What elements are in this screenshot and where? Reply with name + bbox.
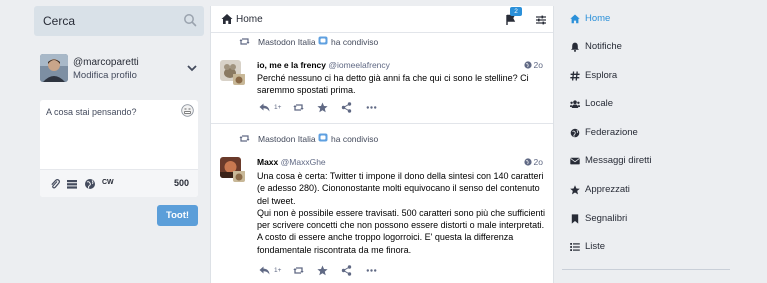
status-item[interactable]: Mastodon Italia ha condiviso Maxx @MaxxG… xyxy=(211,130,553,283)
star-icon[interactable] xyxy=(317,102,328,113)
status-timestamp[interactable]: 2o xyxy=(523,60,543,70)
nav-item-direct-messages[interactable]: Messaggi diretti xyxy=(570,153,730,169)
status-display-name: io, me e la frency xyxy=(257,60,326,70)
status-avatar-overlay xyxy=(233,73,245,85)
search-icon xyxy=(184,14,197,27)
nav-label: Messaggi diretti xyxy=(585,155,652,166)
status-content: Una cosa è certa: Twitter ti impone il d… xyxy=(257,171,545,255)
globe-icon xyxy=(523,61,532,69)
nav-label: Federazione xyxy=(585,127,638,138)
status-action-bar: 1+ xyxy=(257,265,417,277)
status-handle: @iomeelafrency xyxy=(328,60,390,70)
compose-form: A cosa stai pensando? CW 500 xyxy=(40,100,198,197)
nav-divider xyxy=(562,269,730,270)
nav-label: Esplora xyxy=(585,70,618,81)
reply-count: 1+ xyxy=(274,267,282,274)
booster-name[interactable]: Mastodon Italia xyxy=(258,134,316,144)
list-icon xyxy=(570,243,580,251)
sliders-icon[interactable] xyxy=(535,14,547,26)
status-avatar-overlay xyxy=(233,170,245,182)
emoji-icon[interactable] xyxy=(181,104,194,117)
compose-textarea[interactable]: A cosa stai pensando? xyxy=(46,107,137,117)
account-summary: @marcoparetti Modifica profilo xyxy=(40,54,200,84)
bell-icon xyxy=(571,42,579,52)
nav-item-local[interactable]: Locale xyxy=(570,96,730,112)
status-item[interactable]: Mastodon Italia ha condiviso io, me e la… xyxy=(211,33,553,124)
status-content: Perché nessuno ci ha detto già anni fa c… xyxy=(257,73,529,96)
search-input[interactable]: Cerca xyxy=(43,14,75,28)
star-icon xyxy=(570,185,580,195)
avatar[interactable] xyxy=(40,54,68,82)
notification-badge: 2 xyxy=(510,7,522,16)
nav-item-bookmarks[interactable]: Segnalibri xyxy=(570,211,730,227)
reply-icon[interactable] xyxy=(259,265,270,276)
status-display-name: Maxx xyxy=(257,157,279,167)
globe-icon xyxy=(570,128,580,138)
edit-profile-link[interactable]: Modifica profilo xyxy=(73,70,137,81)
nav-item-explore[interactable]: Esplora xyxy=(570,68,730,84)
bookmark-icon xyxy=(571,214,579,224)
toot-button[interactable]: Toot! xyxy=(157,205,198,226)
home-column: Home 2 Mastodon Italia ha condiviso io, … xyxy=(210,6,554,283)
hashtag-icon xyxy=(570,71,580,81)
status-author[interactable]: io, me e la frency @iomeelafrency xyxy=(257,60,390,70)
column-header: Home 2 xyxy=(211,6,553,33)
booster-name[interactable]: Mastodon Italia xyxy=(258,37,316,47)
nav-item-home[interactable]: Home xyxy=(570,11,730,27)
users-icon xyxy=(570,100,580,108)
star-icon[interactable] xyxy=(317,265,328,276)
nav-item-notifications[interactable]: Notifiche xyxy=(570,39,730,55)
compose-toolbar: CW 500 xyxy=(40,169,198,197)
mastodon-emoji-icon xyxy=(318,133,328,142)
status-time: 2o xyxy=(533,60,543,70)
nav-label: Apprezzati xyxy=(585,184,630,195)
status-author[interactable]: Maxx @MaxxGhe xyxy=(257,157,326,167)
boost-icon[interactable] xyxy=(293,265,304,276)
home-icon xyxy=(221,14,233,24)
nav-label: Liste xyxy=(585,241,606,252)
nav-item-favourites[interactable]: Apprezzati xyxy=(570,182,730,198)
chevron-down-icon[interactable] xyxy=(186,62,198,74)
status-action-bar: 1+ xyxy=(257,102,417,114)
home-icon xyxy=(570,14,580,24)
share-icon[interactable] xyxy=(341,102,352,113)
search-bar[interactable]: Cerca xyxy=(34,6,204,36)
retweet-icon xyxy=(239,135,250,142)
account-username: @marcoparetti xyxy=(73,57,139,68)
boost-icon[interactable] xyxy=(293,102,304,113)
reply-count: 1+ xyxy=(274,104,282,111)
globe-icon[interactable] xyxy=(84,178,96,190)
reply-icon[interactable] xyxy=(259,102,270,113)
column-title[interactable]: Home xyxy=(236,14,263,25)
paperclip-icon[interactable] xyxy=(49,178,61,190)
nav-label: Locale xyxy=(585,98,613,109)
status-timestamp[interactable]: 2o xyxy=(523,157,543,167)
share-icon[interactable] xyxy=(341,265,352,276)
globe-icon xyxy=(523,158,532,166)
more-options-icon[interactable] xyxy=(366,102,377,113)
nav-label: Segnalibri xyxy=(585,213,628,224)
more-options-icon[interactable] xyxy=(366,265,377,276)
nav-label: Notifiche xyxy=(585,41,622,52)
envelope-icon xyxy=(570,157,580,165)
content-warning-button[interactable]: CW xyxy=(102,179,114,186)
status-time: 2o xyxy=(533,157,543,167)
status-handle: @MaxxGhe xyxy=(280,157,326,167)
retweet-icon xyxy=(239,38,250,45)
nav-item-federation[interactable]: Federazione xyxy=(570,125,730,141)
nav-item-lists[interactable]: Liste xyxy=(570,239,730,255)
boost-verb: ha condiviso xyxy=(331,134,379,144)
nav-label: Home xyxy=(585,13,611,24)
poll-icon[interactable] xyxy=(66,178,78,190)
character-counter: 500 xyxy=(173,178,189,188)
mastodon-emoji-icon xyxy=(318,36,328,45)
boost-verb: ha condiviso xyxy=(331,37,379,47)
